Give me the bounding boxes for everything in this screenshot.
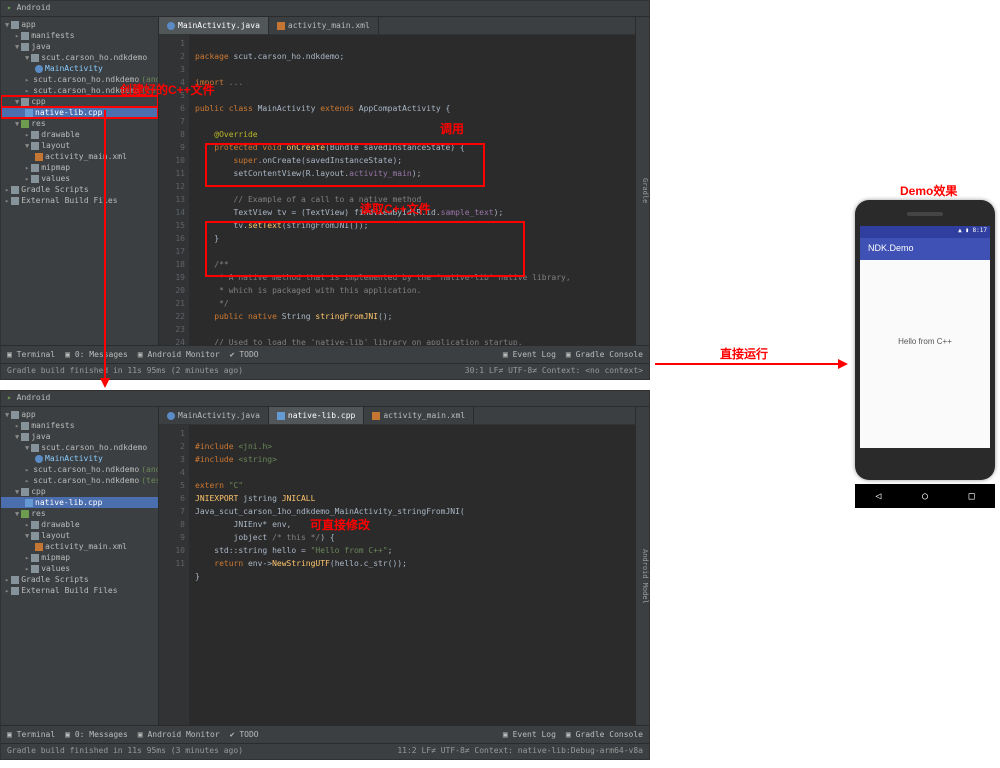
phone-nav-bar: ◁ ○ □ [855, 484, 995, 508]
annotation-read: 读取C++文件 [360, 200, 431, 217]
gutter: 1234567891011 [159, 425, 189, 725]
tab-activity-xml[interactable]: activity_main.xml [269, 17, 379, 34]
project-tree[interactable]: ▼app ▸manifests ▼java ▼scut.carson_ho.nd… [1, 407, 159, 725]
terminal-tab[interactable]: ▣ Terminal [7, 730, 55, 739]
gradle-console-tab[interactable]: ▣ Gradle Console [566, 730, 643, 739]
breadcrumb: Android [1, 391, 649, 407]
phone-body-text: Hello from C++ [860, 337, 990, 346]
nav-recent-icon: □ [969, 491, 975, 502]
editor-tabs[interactable]: MainActivity.java activity_main.xml [159, 17, 635, 35]
nav-back-icon: ◁ [875, 491, 881, 502]
terminal-tab[interactable]: ▣ Terminal [7, 350, 55, 359]
annotation-file: 创建好的C++文件 [120, 81, 215, 98]
arrow-down [95, 110, 115, 390]
annotation-demo: Demo效果 [900, 182, 957, 199]
editor-area: MainActivity.java native-lib.cpp activit… [159, 407, 635, 725]
code-editor[interactable]: 1234567891011121314151617181920212223242… [159, 35, 635, 345]
event-log-tab[interactable]: ▣ Event Log [503, 730, 556, 739]
android-monitor-tab[interactable]: ▣ Android Monitor [138, 730, 220, 739]
todo-tab[interactable]: ✔ TODO [230, 350, 259, 359]
event-log-tab[interactable]: ▣ Event Log [503, 350, 556, 359]
editor-area: MainActivity.java activity_main.xml 1234… [159, 17, 635, 345]
tab-mainactivity[interactable]: MainActivity.java [159, 17, 269, 34]
project-tree[interactable]: ▼app ▸manifests ▼java ▼scut.carson_ho.nd… [1, 17, 159, 345]
code-editor[interactable]: 1234567891011 #include <jni.h> #include … [159, 425, 635, 725]
gradle-console-tab[interactable]: ▣ Gradle Console [566, 350, 643, 359]
status-bar: Gradle build finished in 11s 95ms (3 min… [1, 743, 649, 759]
side-gradle[interactable]: Gradle [635, 17, 649, 345]
todo-tab[interactable]: ✔ TODO [230, 730, 259, 739]
nav-home-icon: ○ [922, 491, 928, 502]
tab-native-lib[interactable]: native-lib.cpp [269, 407, 364, 424]
phone-app-bar: NDK.Demo [860, 238, 990, 260]
tab-mainactivity[interactable]: MainActivity.java [159, 407, 269, 424]
tab-activity-xml[interactable]: activity_main.xml [364, 407, 474, 424]
android-monitor-tab[interactable]: ▣ Android Monitor [138, 350, 220, 359]
arrow-right [655, 358, 850, 370]
side-android-model[interactable]: Android Model [635, 407, 649, 725]
breadcrumb: Android [1, 1, 649, 17]
editor-tabs[interactable]: MainActivity.java native-lib.cpp activit… [159, 407, 635, 425]
annotation-call: 调用 [440, 120, 464, 137]
annotation-edit: 可直接修改 [310, 516, 370, 533]
phone-mockup: ▲ ▮ 8:17 NDK.Demo Hello from C++ ◁ ○ □ [855, 200, 995, 480]
phone-status-bar: ▲ ▮ 8:17 [860, 226, 990, 238]
tool-window-bar[interactable]: ▣ Terminal ▣ 0: Messages ▣ Android Monit… [1, 725, 649, 743]
messages-tab[interactable]: ▣ 0: Messages [65, 730, 128, 739]
ide-bottom: Android ▼app ▸manifests ▼java ▼scut.cars… [0, 390, 650, 760]
